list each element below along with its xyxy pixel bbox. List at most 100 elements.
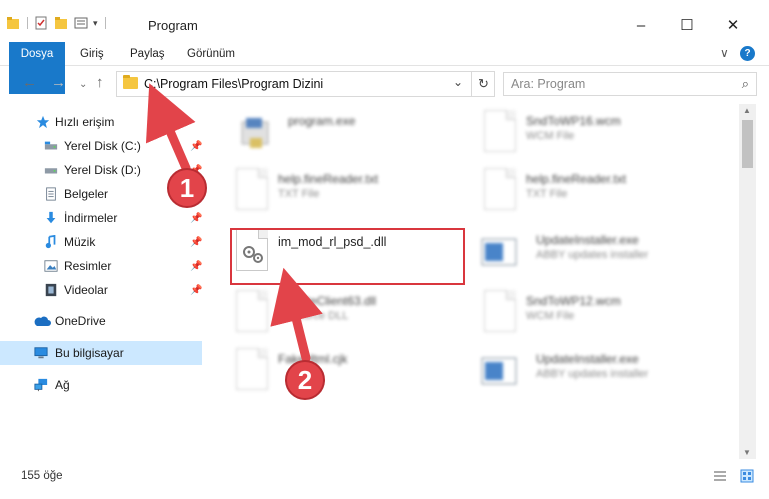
file-item[interactable]: help.fineReader.txt TXT File	[232, 168, 482, 220]
network-icon	[34, 378, 48, 392]
sidebar-item-label: Bu bilgisayar	[55, 346, 124, 360]
properties-icon[interactable]	[34, 16, 48, 30]
file-type: ABBY updates installer	[536, 368, 649, 380]
documents-icon	[46, 187, 56, 201]
close-button[interactable]: ✕	[710, 12, 756, 40]
sidebar-item-label: Yerel Disk (D:)	[64, 163, 141, 177]
file-item[interactable]: FakeHtml.cjk	[232, 348, 482, 400]
address-path[interactable]: C:\Program Files\Program Dizini	[144, 77, 323, 91]
installer-icon	[481, 238, 517, 266]
view-options-icon[interactable]	[74, 16, 90, 30]
file-type: TXT File	[278, 188, 320, 200]
sidebar-item-this-pc[interactable]: Bu bilgisayar	[0, 341, 202, 365]
file-name: SndToWP12.wcm	[526, 294, 621, 308]
pin-icon[interactable]: 📌	[190, 213, 202, 224]
folder-icon[interactable]	[6, 16, 20, 30]
file-type: ABBY updates installer	[536, 249, 649, 261]
file-item[interactable]: UpdateInstaller.exe ABBY updates install…	[480, 229, 730, 281]
sidebar-item-label: OneDrive	[55, 314, 106, 328]
forward-button[interactable]: →	[51, 74, 66, 91]
videos-icon	[45, 283, 57, 297]
sidebar-item-label: Ağ	[55, 378, 70, 392]
pictures-icon	[44, 260, 58, 272]
file-item[interactable]: help.fineReader.txt TXT File	[480, 168, 730, 220]
new-folder-icon[interactable]	[54, 16, 68, 30]
sidebar-item-videos[interactable]: Videolar 📌	[0, 278, 202, 302]
back-button[interactable]: ←	[22, 74, 37, 91]
scroll-down-icon[interactable]: ▼	[743, 448, 751, 457]
sidebar-item-label: Belgeler	[64, 187, 109, 201]
scroll-thumb[interactable]	[742, 120, 753, 168]
sidebar-item-network[interactable]: Ağ	[0, 373, 202, 397]
status-bar: 155 öğe	[0, 465, 769, 489]
document-icon	[236, 168, 268, 210]
dll-file-icon	[236, 290, 268, 332]
sidebar-item-downloads[interactable]: İndirmeler 📌	[0, 206, 202, 230]
sidebar-item-music[interactable]: Müzik 📌	[0, 230, 202, 254]
file-name: help.fineReader.txt	[526, 172, 627, 186]
pin-icon[interactable]: 📌	[190, 285, 202, 296]
sidebar-item-disk-c[interactable]: Yerel Disk (C:) 📌	[0, 134, 202, 158]
callout-step-1: 1	[167, 168, 207, 208]
tab-view[interactable]: Görünüm	[187, 42, 235, 66]
sidebar-item-onedrive[interactable]: OneDrive	[0, 309, 202, 333]
sidebar-item-label: Müzik	[64, 235, 96, 249]
file-type: TXT File	[526, 188, 568, 200]
large-icons-view-icon[interactable]	[740, 469, 754, 483]
file-item[interactable]: SndToWP12.wcm WCM File	[480, 290, 730, 342]
file-name: UpdateClient63.dll	[278, 294, 377, 308]
file-name: SndToWP16.wcm	[526, 114, 621, 128]
address-dropdown-icon[interactable]: ⌄	[453, 75, 463, 89]
refresh-button[interactable]: ↻	[471, 72, 495, 96]
file-type: WCM File	[526, 310, 575, 322]
document-icon	[484, 110, 516, 152]
window-title: Program	[148, 18, 198, 33]
help-icon[interactable]: ?	[740, 46, 755, 61]
file-type: WCM File	[526, 130, 575, 142]
tab-home[interactable]: Giriş	[80, 42, 104, 66]
scroll-up-icon[interactable]: ▲	[743, 106, 751, 115]
star-icon	[36, 115, 50, 129]
sidebar-item-quick-access[interactable]: Hızlı erişim	[0, 110, 202, 134]
tab-share[interactable]: Paylaş	[130, 42, 165, 66]
file-name: help.fineReader.txt	[278, 172, 379, 186]
address-bar[interactable]: C:\Program Files\Program Dizini ⌄ ↻	[116, 71, 495, 97]
recent-locations-button[interactable]: ⌄	[79, 79, 87, 90]
drive-icon	[44, 141, 58, 150]
up-button[interactable]: ↑	[96, 74, 104, 91]
sidebar-item-pictures[interactable]: Resimler 📌	[0, 254, 202, 278]
minimize-button[interactable]: –	[618, 12, 664, 40]
file-item[interactable]: UpdateClient63.dll Resource DLL	[232, 290, 482, 342]
callout-step-2: 2	[285, 360, 325, 400]
computer-icon	[34, 347, 48, 359]
pin-icon[interactable]: 📌	[190, 141, 202, 152]
sidebar-item-label: Videolar	[64, 283, 108, 297]
navigation-pane: Hızlı erişim Yerel Disk (C:) 📌 Yerel Dis…	[0, 104, 212, 459]
vertical-scrollbar[interactable]: ▲ ▼	[739, 104, 756, 459]
sidebar-item-label: İndirmeler	[64, 211, 118, 225]
music-icon	[45, 235, 56, 249]
expand-ribbon-icon[interactable]: ∨	[720, 46, 729, 60]
file-item[interactable]: program.exe	[236, 110, 486, 162]
cloud-icon	[34, 316, 51, 326]
document-icon	[236, 348, 268, 390]
quick-access-toolbar: ▾	[6, 16, 106, 30]
sidebar-item-label: Yerel Disk (C:)	[64, 139, 141, 153]
installer-icon	[481, 357, 517, 385]
file-type: Resource DLL	[278, 310, 349, 322]
search-placeholder: Ara: Program	[511, 77, 586, 91]
maximize-button[interactable]: ☐	[664, 12, 710, 40]
file-item[interactable]: SndToWP16.wcm WCM File	[480, 110, 730, 162]
file-item[interactable]: UpdateInstaller.exe ABBY updates install…	[480, 348, 730, 400]
pin-icon[interactable]: 📌	[190, 237, 202, 248]
search-icon[interactable]: ⌕	[742, 76, 749, 92]
search-input[interactable]: Ara: Program ⌕	[503, 72, 757, 96]
drive-icon	[44, 168, 58, 174]
file-name: UpdateInstaller.exe	[536, 352, 639, 366]
exe-icon	[241, 118, 269, 148]
pin-icon[interactable]: 📌	[190, 261, 202, 272]
title-bar: ▾ Program – ☐ ✕	[0, 0, 769, 40]
ribbon-tabs: Dosya Giriş Paylaş Görünüm ∨ ?	[0, 42, 769, 94]
file-name: UpdateInstaller.exe	[536, 233, 639, 247]
details-view-icon[interactable]	[713, 469, 727, 483]
